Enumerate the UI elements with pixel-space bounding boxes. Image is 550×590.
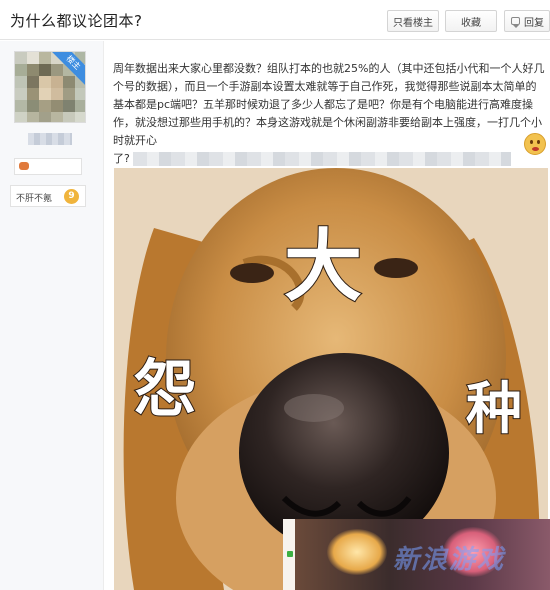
post-content: 周年数据出来大家心里都没数？组队打本的也就25%的人（其中还包括小代和一个人好几… — [113, 60, 545, 168]
watermark-logo: 新浪游戏 — [393, 545, 506, 575]
post-tail: 了? — [113, 152, 130, 165]
reply-label: 回复 — [524, 17, 544, 29]
author-sidebar: 楼主 不肝不氪 9 — [0, 41, 104, 590]
meme-char-resent: 怨 — [133, 351, 197, 426]
reply-icon — [511, 17, 520, 28]
only-host-button[interactable]: 只看楼主 — [387, 10, 439, 32]
username[interactable] — [28, 133, 72, 145]
status-dot-icon — [287, 551, 293, 557]
avatar[interactable]: 楼主 — [14, 51, 86, 123]
forum-level-badge[interactable]: 不肝不氪 9 — [10, 185, 86, 207]
thread-title: 为什么都议论团本? — [10, 12, 143, 30]
meme-char-kind: 种 — [465, 376, 523, 443]
game-badge — [14, 158, 82, 175]
angry-emoji-icon — [524, 133, 546, 155]
forum-level-icon: 9 — [64, 189, 79, 204]
favorite-button[interactable]: 收藏 — [445, 10, 497, 32]
thread-header: 为什么都议论团本? 只看楼主 收藏 回复 — [0, 0, 550, 40]
light-glow — [327, 529, 387, 575]
meme-char-big: 大 — [283, 221, 363, 313]
forum-name: 不肝不氪 — [16, 194, 53, 204]
post-body: 周年数据出来大家心里都没数？组队打本的也就25%的人（其中还包括小代和一个人好几… — [113, 62, 545, 147]
game-controller-icon — [19, 162, 29, 170]
blurred-ad-thumbnail[interactable]: 新浪游戏 — [283, 519, 550, 590]
reply-button[interactable]: 回复 — [504, 10, 550, 32]
mosaic-redaction — [133, 152, 512, 166]
